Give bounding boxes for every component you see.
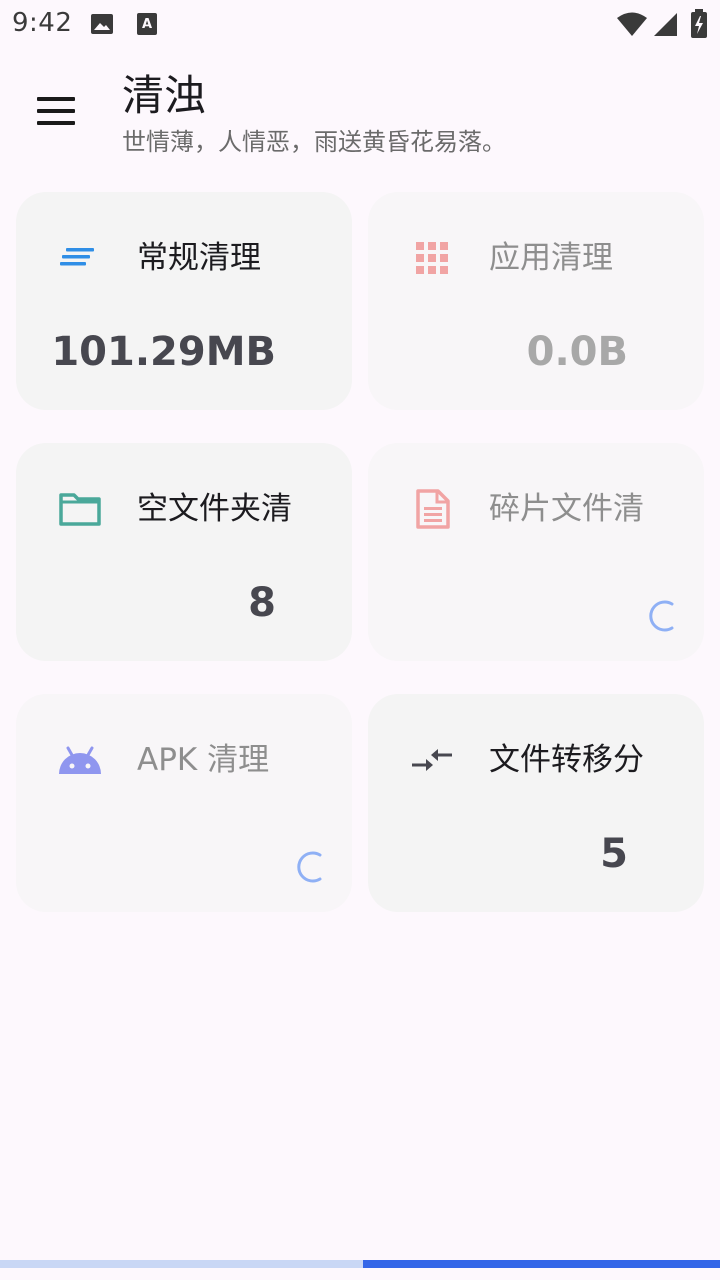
card-empty-folder-clean[interactable]: 空文件夹清 8 — [16, 443, 352, 661]
card-value: 8 — [248, 580, 276, 626]
card-app-clean[interactable]: 应用清理 0.0B — [368, 192, 704, 410]
battery-charging-icon — [691, 9, 707, 38]
card-label: 应用清理 — [489, 240, 613, 276]
progress-bar-fill — [363, 1260, 720, 1268]
apps-grid-icon — [416, 242, 448, 274]
card-regular-clean[interactable]: 常规清理 101.29MB — [16, 192, 352, 410]
signal-icon — [654, 13, 677, 36]
card-fragment-file-clean[interactable]: 碎片文件清 — [368, 443, 704, 661]
a-notification-icon: A — [137, 13, 157, 35]
progress-bar — [0, 1260, 720, 1268]
card-file-transfer[interactable]: 文件转移分 5 — [368, 694, 704, 912]
wifi-icon — [617, 12, 647, 36]
loading-spinner — [297, 851, 322, 883]
app-subtitle: 世情薄，人情恶，雨送黄昏花易落。 — [122, 128, 506, 156]
status-time: 9:42 — [12, 8, 73, 38]
loading-spinner — [649, 600, 674, 632]
status-bar: 9:42 A — [0, 0, 720, 48]
card-label: 碎片文件清 — [489, 491, 644, 527]
card-value: 101.29MB — [51, 329, 276, 375]
card-value: 5 — [600, 831, 628, 877]
card-label: 常规清理 — [137, 240, 261, 276]
transfer-arrows-icon — [412, 749, 452, 771]
list-lines-icon — [60, 248, 94, 266]
menu-button[interactable] — [28, 86, 84, 136]
card-label: APK 清理 — [137, 742, 270, 778]
app-title: 清浊 — [122, 71, 207, 120]
card-label: 文件转移分 — [489, 742, 644, 778]
image-icon — [91, 14, 113, 34]
document-icon — [416, 489, 450, 529]
svg-text:A: A — [142, 17, 152, 32]
card-apk-clean[interactable]: APK 清理 — [16, 694, 352, 912]
card-value: 0.0B — [526, 329, 628, 375]
card-label: 空文件夹清 — [137, 491, 292, 527]
android-icon — [59, 746, 101, 774]
app-bar: 清浊 世情薄，人情恶，雨送黄昏花易落。 — [0, 56, 720, 166]
folder-icon — [59, 493, 101, 526]
